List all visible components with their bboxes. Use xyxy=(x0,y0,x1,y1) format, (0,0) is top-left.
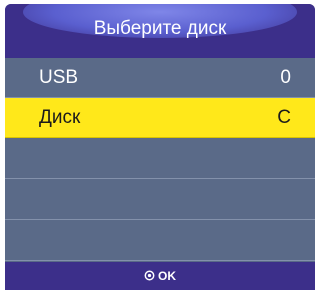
drive-item-usb[interactable]: USB 0 xyxy=(5,58,315,98)
ok-label: OK xyxy=(158,269,176,283)
drive-item-disk[interactable]: Диск C xyxy=(5,98,315,138)
drive-letter: C xyxy=(277,107,291,128)
drive-list: USB 0 Диск C xyxy=(5,58,315,261)
select-disk-dialog: Выберите диск USB 0 Диск C OK xyxy=(5,4,315,290)
empty-list-row xyxy=(5,179,315,220)
drive-letter: 0 xyxy=(280,67,291,88)
drive-name: USB xyxy=(39,67,79,88)
dialog-header: Выберите диск xyxy=(5,4,315,58)
ok-button-icon xyxy=(144,270,155,281)
dialog-footer: OK xyxy=(5,262,315,290)
drive-name: Диск xyxy=(39,107,81,128)
empty-list-row xyxy=(5,138,315,179)
ok-button[interactable]: OK xyxy=(5,269,315,283)
dialog-title: Выберите диск xyxy=(93,18,227,39)
empty-list-row xyxy=(5,220,315,261)
